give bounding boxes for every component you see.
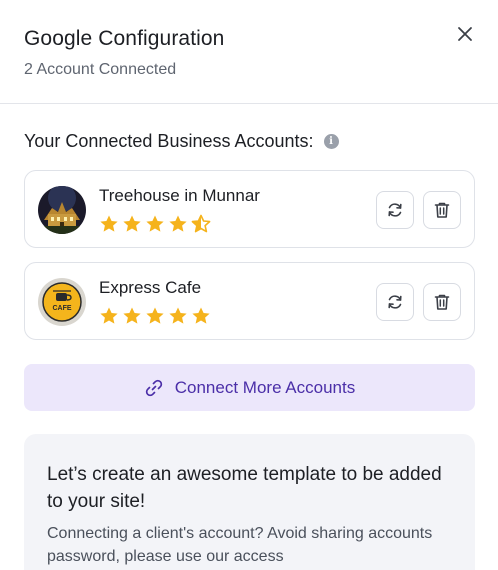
link-icon <box>145 379 162 396</box>
account-name: Express Cafe <box>99 278 202 297</box>
refresh-icon <box>388 203 402 217</box>
refresh-button[interactable] <box>376 191 414 229</box>
delete-button[interactable] <box>423 191 461 229</box>
cafe-logo-icon: CAFE <box>38 278 86 326</box>
info-panel: Let’s create an awesome template to be a… <box>24 434 475 570</box>
star-full-icon <box>146 215 164 232</box>
info-panel-text: Connecting a client's account? Avoid sha… <box>47 525 433 565</box>
refresh-button[interactable] <box>376 283 414 321</box>
hotel-photo-icon <box>38 186 86 234</box>
star-full-icon <box>123 215 141 232</box>
trash-icon <box>434 294 450 310</box>
account-name: Treehouse in Munnar <box>99 186 260 205</box>
account-avatar <box>38 186 86 234</box>
refresh-icon <box>388 295 402 309</box>
star-full-icon <box>100 215 118 232</box>
close-button[interactable] <box>452 21 478 47</box>
star-full-icon <box>192 307 210 324</box>
star-full-icon <box>169 215 187 232</box>
section-title-text: Your Connected Business Accounts: <box>24 131 314 151</box>
star-full-icon <box>169 307 187 324</box>
star-full-icon <box>123 307 141 324</box>
section-title: Your Connected Business Accounts: i <box>24 131 339 152</box>
star-half-icon <box>191 214 211 233</box>
account-card: Treehouse in Munnar <box>24 170 475 248</box>
cafe-logo-text: CAFE <box>52 305 71 312</box>
dialog-subtitle: 2 Account Connected <box>24 61 177 78</box>
star-full-icon <box>100 307 118 324</box>
dialog-header: Google Configuration 2 Account Connected <box>0 0 498 104</box>
connect-more-accounts-label: Connect More Accounts <box>174 377 356 397</box>
close-icon <box>458 27 472 41</box>
connect-more-accounts-button[interactable]: Connect More Accounts <box>24 364 475 411</box>
delete-button[interactable] <box>423 283 461 321</box>
account-card: CAFE Express Cafe <box>24 262 475 340</box>
info-icon[interactable]: i <box>323 134 339 149</box>
star-full-icon <box>146 307 164 324</box>
star-rating <box>99 306 211 326</box>
trash-icon <box>434 202 450 218</box>
star-rating <box>99 214 211 234</box>
account-avatar: CAFE <box>38 278 86 326</box>
dialog-title: Google Configuration <box>24 27 225 50</box>
info-panel-heading: Let’s create an awesome template to be a… <box>47 464 442 512</box>
